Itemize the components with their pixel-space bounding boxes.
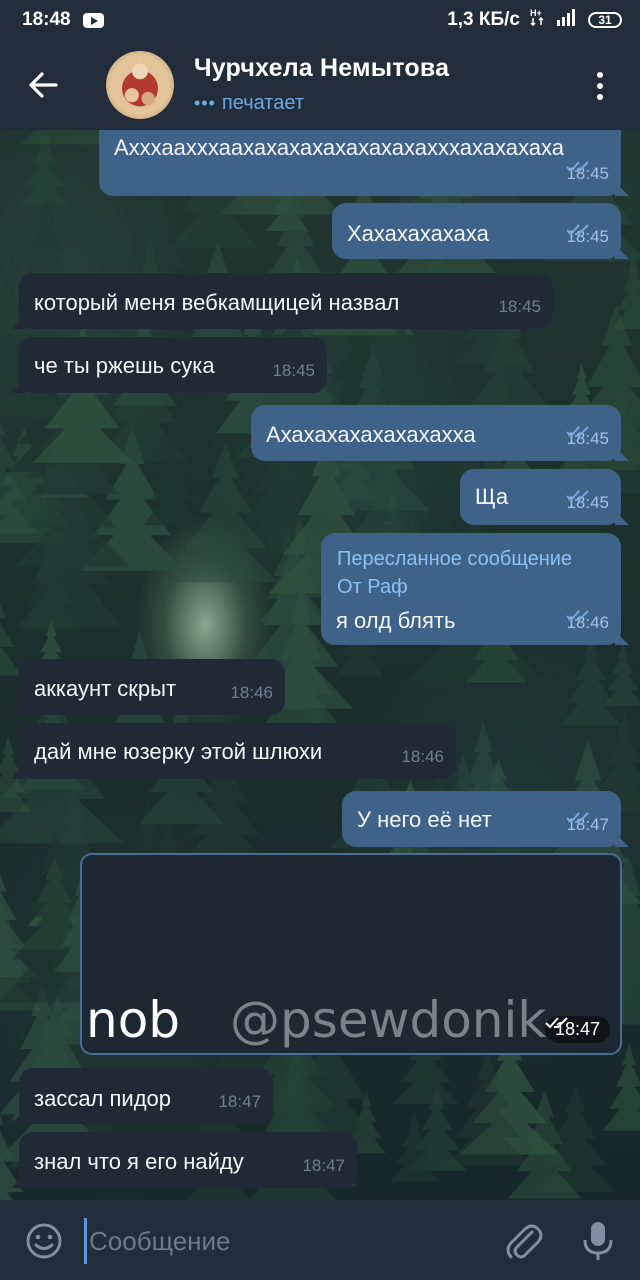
message-text: У него её нет: [357, 807, 492, 832]
double-check-icon: [566, 224, 590, 236]
message-bubble[interactable]: зассал пидор 18:47: [11, 1068, 273, 1124]
message-text: я олд блять: [336, 608, 456, 633]
double-check-icon: [545, 1017, 568, 1029]
message-meta: 18:46: [401, 743, 444, 771]
media-watermark: nob @psewdonik: [86, 991, 546, 1049]
message-bubble[interactable]: Ахххаахххаахахахахахахахахахххахахахаха …: [99, 130, 629, 196]
message-text: че ты ржешь сука: [34, 353, 215, 378]
paperclip-icon: [506, 1224, 543, 1259]
message-bubble[interactable]: Хахахахахаха 18:45: [332, 203, 629, 259]
chat-header: Чурчхела Немытова ••• печатает: [0, 40, 640, 130]
message-bubble[interactable]: Ахахахахахахахахха 18:45: [251, 405, 629, 461]
avatar[interactable]: [106, 51, 174, 119]
message-time: 18:47: [302, 1156, 345, 1175]
pine-tree-shape: [602, 1043, 640, 1131]
message-bubble[interactable]: Ща 18:45: [460, 469, 629, 525]
message-meta: 18:47: [566, 811, 609, 839]
message-text: Хахахахахаха: [347, 221, 489, 246]
message-meta: 18:47: [302, 1152, 345, 1180]
message-input-bar: [0, 1200, 640, 1280]
message-text: который меня вебкамщицей назвал: [34, 290, 400, 315]
watermark-handle: @psewdonik: [230, 991, 547, 1049]
message-text: Ахххаахххаахахахахахахахахахххахахахаха: [114, 135, 564, 160]
battery-icon: 31: [588, 12, 622, 28]
message-input[interactable]: [84, 1218, 484, 1264]
network-type-label: H+: [530, 8, 542, 18]
signal-icon: [556, 8, 578, 32]
more-menu-button[interactable]: [588, 66, 612, 106]
message-text: аккаунт скрыт: [34, 676, 177, 701]
arrow-left-icon: [29, 72, 58, 98]
message-bubble[interactable]: че ты ржешь сука 18:45: [11, 337, 327, 393]
voice-record-button[interactable]: [580, 1219, 616, 1263]
message-bubble[interactable]: который меня вебкамщицей назвал 18:45: [11, 273, 553, 329]
network-type-icon: H+: [530, 8, 546, 32]
double-check-icon: [566, 490, 590, 502]
message-bubble[interactable]: аккаунт скрыт 18:46: [11, 659, 285, 715]
message-time: 18:46: [230, 683, 273, 702]
pine-tree-shape: [560, 635, 621, 725]
message-meta: 18:46: [230, 679, 273, 707]
typing-label: печатает: [221, 92, 304, 114]
battery-level: 31: [598, 13, 612, 27]
watermark-text: nob: [86, 991, 181, 1049]
message-meta: 18:45: [566, 160, 609, 188]
smile-icon: [26, 1223, 62, 1259]
media-message[interactable]: nob @psewdonik 18:47: [80, 853, 622, 1055]
message-text: дай мне юзерку этой шлюхи: [34, 739, 323, 764]
forwarded-label: Пересланное сообщение: [337, 548, 573, 570]
status-bar: 18:48 1,3 КБ/с H+ 31: [0, 0, 640, 40]
typing-dots-icon: •••: [194, 93, 216, 113]
message-meta: 18:45: [566, 223, 609, 251]
forwarded-from[interactable]: От Раф: [337, 573, 408, 601]
chat-area[interactable]: Ахххаахххаахахахахахахахахахххахахахаха …: [0, 130, 640, 1200]
microphone-icon: [583, 1222, 613, 1260]
message-text: зассал пидор: [34, 1086, 172, 1111]
double-check-icon: [566, 426, 590, 438]
attach-button[interactable]: [502, 1218, 546, 1264]
message-meta: 18:46: [566, 609, 609, 637]
message-meta: 18:45: [272, 357, 315, 385]
network-speed: 1,3 КБ/с: [447, 9, 520, 30]
message-time: 18:45: [272, 361, 315, 380]
message-time: 18:46: [401, 747, 444, 766]
message-text: Ахахахахахахахахха: [266, 422, 476, 447]
message-time: 18:45: [498, 297, 541, 316]
message-bubble[interactable]: знал что я его найду 18:47: [11, 1132, 357, 1188]
more-vertical-icon: [597, 72, 603, 78]
message-bubble[interactable]: У него её нет 18:47: [342, 791, 629, 847]
double-check-icon: [566, 812, 590, 824]
message-text: Ща: [475, 484, 509, 509]
typing-status: ••• печатает: [194, 92, 304, 115]
forwarded-message-bubble[interactable]: Пересланное сообщение От Раф я олд блять…: [321, 533, 629, 645]
message-bubble[interactable]: дай мне юзерку этой шлюхи 18:46: [11, 723, 456, 779]
message-meta: 18:45: [566, 425, 609, 453]
message-meta: 18:45: [566, 489, 609, 517]
media-meta: 18:47: [544, 1016, 610, 1043]
double-check-icon: [566, 161, 590, 173]
message-text: знал что я его найду: [34, 1149, 244, 1174]
pine-tree-shape: [0, 603, 23, 676]
back-button[interactable]: [22, 64, 66, 106]
message-time: 18:47: [218, 1092, 261, 1111]
chat-title[interactable]: Чурчхела Немытова: [194, 54, 449, 83]
double-check-icon: [566, 610, 590, 622]
message-meta: 18:45: [498, 293, 541, 321]
youtube-icon: [82, 12, 104, 28]
message-meta: 18:47: [218, 1088, 261, 1116]
clock: 18:48: [22, 9, 71, 30]
emoji-button[interactable]: [24, 1221, 64, 1261]
